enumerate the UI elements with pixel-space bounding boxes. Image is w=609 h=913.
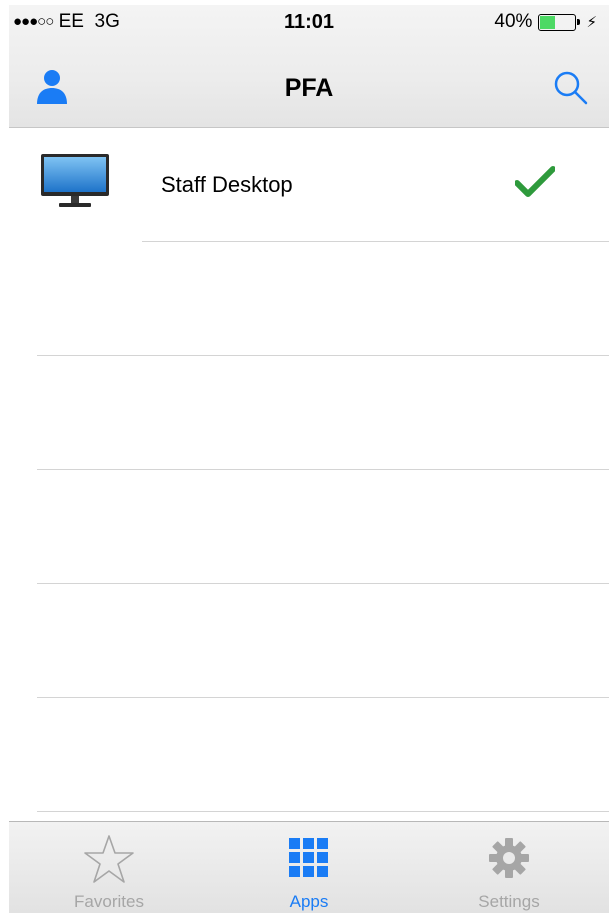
tab-bar: Favorites Apps Settings — [9, 821, 609, 913]
gear-icon — [489, 838, 529, 878]
nav-bar: PFA — [9, 50, 609, 127]
charging-icon: ⚡ — [586, 14, 597, 31]
tab-label-favorites: Favorites — [74, 892, 144, 911]
tab-apps[interactable]: Apps — [209, 822, 409, 913]
search-icon[interactable] — [551, 68, 591, 108]
battery-icon — [538, 13, 581, 31]
star-icon — [84, 835, 134, 883]
monitor-icon — [40, 152, 110, 212]
battery-status: 40% ⚡ — [494, 11, 597, 33]
checkmark-icon — [514, 166, 556, 198]
battery-percent: 40% — [494, 11, 533, 32]
app-label: Staff Desktop — [161, 172, 293, 197]
battery-fill — [540, 15, 555, 29]
page-title: PFA — [284, 74, 334, 102]
list-item — [37, 242, 609, 356]
tab-label-apps: Apps — [289, 892, 329, 911]
top-bar: ●●●○○ EE 3G 11:01 40% ⚡ PFA — [9, 5, 609, 128]
grid-icon — [289, 838, 328, 877]
list-item — [37, 584, 609, 698]
tab-favorites[interactable]: Favorites — [9, 822, 209, 913]
list-item — [37, 698, 609, 812]
app-list: Staff Desktop — [9, 128, 609, 812]
status-bar: ●●●○○ EE 3G 11:01 40% ⚡ — [9, 5, 609, 45]
tab-label-settings: Settings — [478, 892, 540, 911]
list-item — [37, 356, 609, 470]
list-item — [37, 470, 609, 584]
tab-settings[interactable]: Settings — [409, 822, 609, 913]
app-row-staff-desktop[interactable]: Staff Desktop — [9, 128, 609, 242]
